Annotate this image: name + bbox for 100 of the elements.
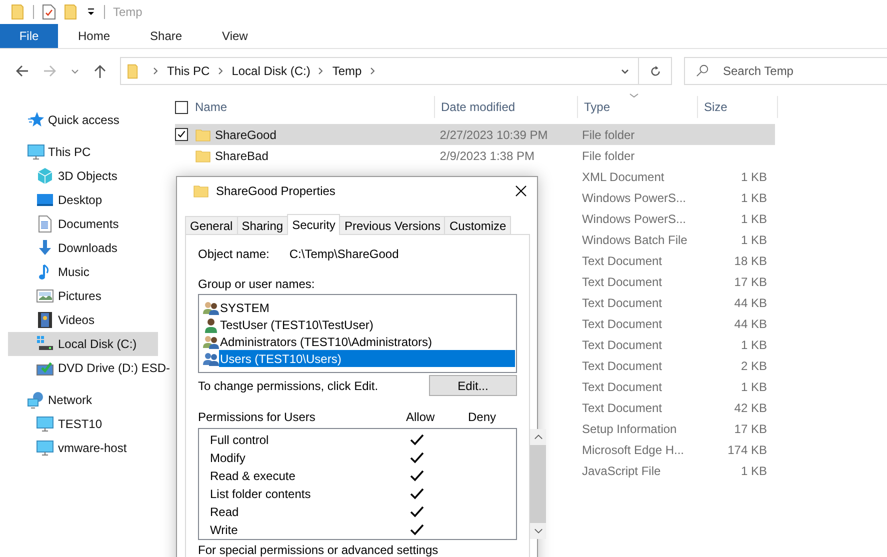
dialog-tab[interactable]: Security [287, 214, 340, 235]
scroll-up-icon[interactable] [534, 434, 542, 440]
file-name: ShareGood [215, 128, 276, 142]
star-icon [27, 111, 45, 129]
properties-checkmark-icon[interactable] [42, 4, 56, 20]
file-row[interactable]: ShareGood 2/27/2023 10:39 PM File folder [175, 124, 775, 145]
file-type: JavaScript File [582, 464, 661, 478]
down-arrow-icon [36, 239, 54, 257]
permission-name: List folder contents [210, 487, 312, 501]
file-type: Windows PowerS... [582, 212, 686, 226]
breadcrumb[interactable]: This PC [167, 64, 210, 78]
back-arrow-icon[interactable] [14, 63, 30, 79]
file-type: Text Document [582, 274, 662, 288]
nav-item[interactable]: This PC [8, 140, 158, 164]
file-type: File folder [582, 128, 635, 142]
nav-item[interactable]: 3D Objects [8, 164, 158, 188]
chevron-right-icon[interactable] [153, 67, 159, 75]
drive-icon [36, 335, 54, 353]
advanced-hint: For special permissions or advanced settings [198, 543, 438, 557]
customize-dropdown-icon[interactable] [86, 7, 96, 17]
nav-item[interactable]: Music [8, 260, 158, 284]
dialog-title: ShareGood Properties [216, 184, 336, 198]
file-size: 44 KB [734, 316, 767, 330]
nav-item[interactable]: Videos [8, 308, 158, 332]
file-type: Text Document [582, 254, 662, 268]
column-header[interactable]: Size [698, 96, 778, 118]
principal-list[interactable]: SYSTEM TestUser (TEST10\TestUser) Administrators (TEST10\Administrators) Users (TEST10\Users) [198, 294, 517, 373]
user-group-icon [203, 334, 219, 350]
cube-icon [36, 167, 54, 185]
ribbon-tab[interactable]: Share [130, 24, 202, 48]
file-row[interactable]: ShareBad 2/9/2023 1:38 PM File folder [175, 145, 775, 166]
principal-item[interactable]: SYSTEM [219, 299, 516, 316]
monitor-icon [36, 415, 54, 433]
up-arrow-icon[interactable] [92, 63, 108, 79]
network-globe-icon [27, 391, 45, 409]
nav-item[interactable]: Pictures [8, 284, 158, 308]
file-tab[interactable]: File [0, 24, 58, 48]
nav-item[interactable]: Downloads [8, 236, 158, 260]
nav-item[interactable]: Network [8, 388, 158, 412]
ribbon-tab[interactable]: Home [58, 24, 130, 48]
chevron-right-icon[interactable] [370, 67, 376, 75]
nav-item[interactable]: DVD Drive (D:) ESD- [8, 356, 170, 380]
dialog-tab[interactable]: Customize [444, 216, 512, 234]
principal-item[interactable]: Users (TEST10\Users) [219, 350, 515, 367]
principal-item[interactable]: TestUser (TEST10\TestUser) [219, 316, 516, 333]
file-size: 17 KB [734, 274, 767, 288]
scrollbar[interactable] [530, 429, 546, 539]
file-type: Windows Batch File [582, 232, 688, 246]
file-size: 174 KB [728, 442, 767, 456]
file-type: Text Document [582, 316, 662, 330]
allow-header: Allow [406, 410, 436, 424]
ribbon-tab[interactable]: View [202, 24, 268, 48]
search-field[interactable]: Search Temp [684, 57, 887, 85]
column-header[interactable]: Name [195, 96, 435, 118]
file-type: Text Document [582, 296, 662, 310]
file-size: 44 KB [734, 296, 767, 310]
chevron-right-icon[interactable] [318, 67, 324, 75]
breadcrumb[interactable]: Temp [332, 64, 362, 78]
file-size: 18 KB [734, 254, 767, 268]
nav-item[interactable]: Desktop [8, 188, 158, 212]
scroll-down-icon[interactable] [534, 528, 542, 534]
nav-item[interactable]: vmware-host [8, 436, 158, 460]
user-group-icon [203, 300, 219, 316]
file-name: ShareBad [215, 148, 268, 162]
nav-item[interactable]: Quick access [8, 108, 158, 132]
row-checkbox[interactable] [175, 128, 188, 141]
principal-item[interactable]: Administrators (TEST10\Administrators) [219, 333, 516, 350]
monitor-icon [36, 439, 54, 457]
permission-name: Full control [210, 433, 270, 447]
group-label: Group or user names: [198, 277, 316, 291]
breadcrumb[interactable]: Local Disk (C:) [232, 64, 310, 78]
deny-header: Deny [468, 410, 496, 424]
nav-item[interactable]: Local Disk (C:) [8, 332, 158, 356]
select-all-checkbox[interactable] [175, 100, 188, 114]
file-type: Text Document [582, 358, 662, 372]
date-modified: 2/27/2023 10:39 PM [440, 128, 548, 142]
document-icon [36, 215, 54, 233]
folder-icon [127, 64, 139, 78]
close-icon[interactable] [515, 185, 527, 197]
column-header[interactable]: Type [578, 96, 698, 118]
folder-icon [195, 126, 211, 142]
edit-button[interactable]: Edit... [429, 375, 517, 396]
file-size: 1 KB [740, 232, 767, 246]
column-header[interactable]: Date modified [435, 96, 578, 118]
file-type: Text Document [582, 380, 662, 394]
chevron-right-icon[interactable] [218, 67, 224, 75]
refresh-icon[interactable] [648, 64, 662, 78]
dialog-tab[interactable]: Previous Versions [339, 216, 446, 234]
edit-hint: To change permissions, click Edit. [198, 378, 378, 392]
nav-item[interactable]: Documents [8, 212, 158, 236]
address-bar[interactable]: This PC Local Disk (C:) Temp [120, 57, 672, 85]
dialog-tab[interactable]: Sharing [236, 216, 288, 234]
scrollbar-thumb[interactable] [530, 445, 546, 523]
nav-item[interactable]: TEST10 [8, 412, 158, 436]
desktop-icon [36, 191, 54, 209]
user-icon [203, 316, 219, 332]
file-size: 1 KB [740, 170, 767, 184]
sort-chevron-icon [629, 93, 639, 99]
file-type: Setup Information [582, 422, 677, 436]
dialog-tab[interactable]: General [185, 216, 238, 234]
